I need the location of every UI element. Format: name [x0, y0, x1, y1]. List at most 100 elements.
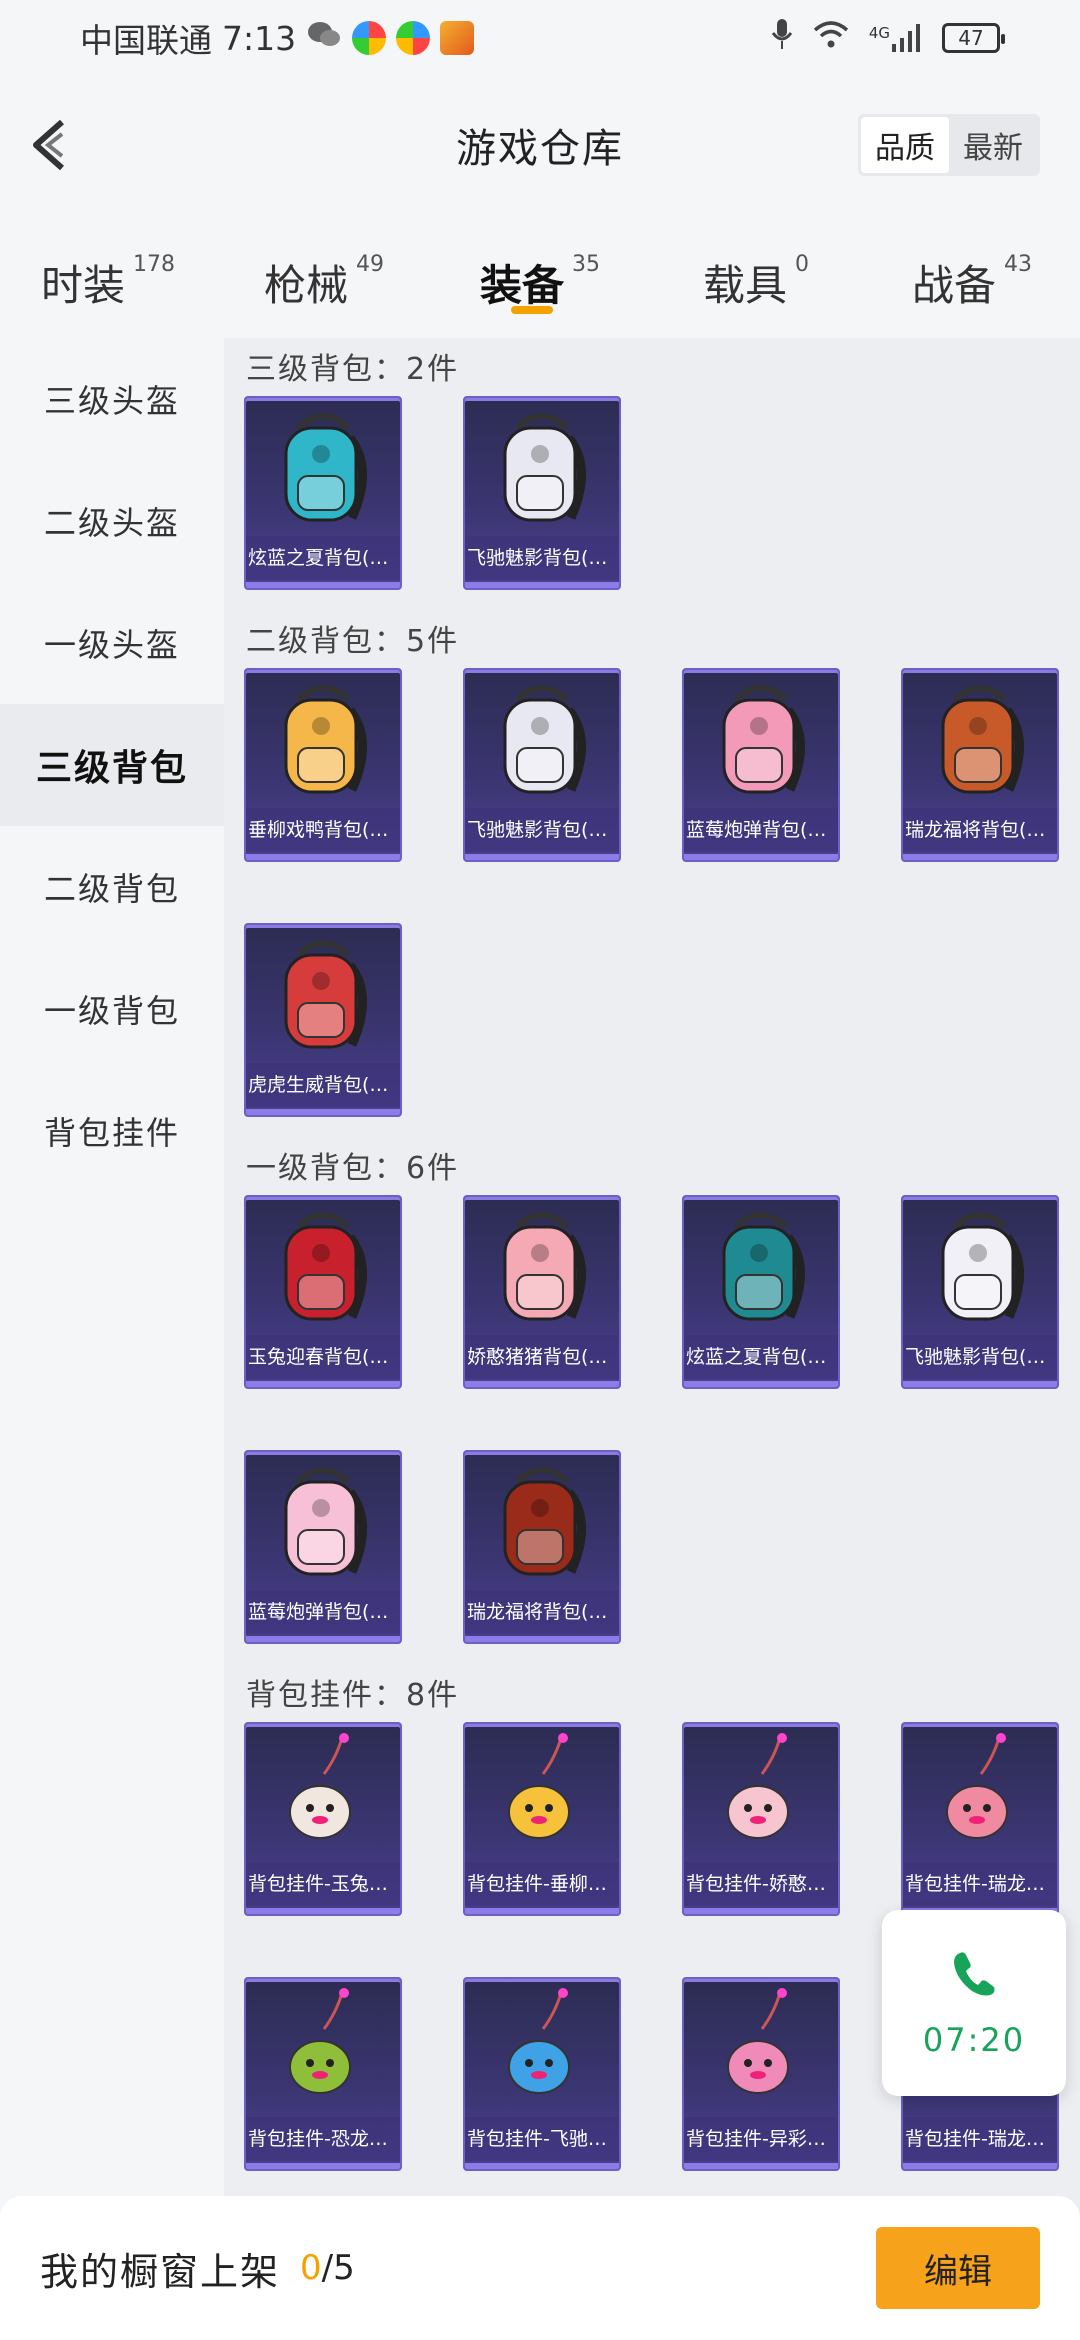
header: 游戏仓库 品质 最新: [0, 100, 1080, 190]
tab-label: 载具: [702, 261, 787, 310]
item-name: 背包挂件-娇憨…: [684, 1862, 838, 1906]
backpack-icon: [465, 670, 619, 810]
item-card[interactable]: 背包挂件-瑞龙…: [901, 1722, 1059, 1916]
sort-toggle: 品质 最新: [858, 114, 1040, 176]
item-name: 蓝莓炮弹背包(2…: [684, 808, 838, 852]
backpack-icon: [465, 1197, 619, 1337]
item-name: 背包挂件-恐龙…: [246, 2117, 400, 2161]
item-name: 瑞龙福将背包(2…: [903, 808, 1057, 852]
charm-icon: [684, 1979, 838, 2119]
backpack-icon: [465, 398, 619, 538]
battery-level: 47: [958, 26, 984, 50]
item-card[interactable]: 垂柳戏鸭背包(2…: [244, 668, 402, 862]
sort-quality-button[interactable]: 品质: [861, 117, 949, 173]
section-title: 一级背包：6件: [246, 1151, 460, 1186]
backpack-icon: [246, 1452, 400, 1592]
sort-newest-button[interactable]: 最新: [949, 117, 1037, 173]
item-card[interactable]: 炫蓝之夏背包(3…: [244, 396, 402, 590]
showcase-used-count: 0: [300, 2248, 322, 2288]
app-icon: [352, 21, 387, 55]
item-name: 飞驰魅影背包(2…: [465, 808, 619, 852]
tab-active-indicator: [511, 306, 553, 314]
sidebar-item-backpack-2[interactable]: 二级背包: [0, 826, 224, 948]
tab-guns[interactable]: 枪械 49: [216, 238, 432, 328]
item-card[interactable]: 背包挂件-恐龙…: [244, 1977, 402, 2171]
item-name: 背包挂件-瑞龙…: [903, 2117, 1057, 2161]
item-name: 背包挂件-玉兔…: [246, 1862, 400, 1906]
item-card[interactable]: 背包挂件-娇憨…: [682, 1722, 840, 1916]
sidebar-item-helmet-1[interactable]: 一级头盔: [0, 582, 224, 704]
backpack-icon: [465, 1452, 619, 1592]
battery-icon: 47: [942, 23, 1005, 53]
item-card[interactable]: 背包挂件-飞驰…: [463, 1977, 621, 2171]
app-icon: [396, 21, 431, 55]
backpack-icon: [246, 925, 400, 1065]
item-name: 飞驰魅影背包(1…: [903, 1335, 1057, 1379]
bottom-bar: 我的橱窗上架 0/5 编辑: [0, 2196, 1080, 2340]
item-name: 炫蓝之夏背包(1…: [684, 1335, 838, 1379]
charm-icon: [246, 1724, 400, 1864]
sidebar-item-backpack-1[interactable]: 一级背包: [0, 948, 224, 1070]
tab-equipment[interactable]: 装备 35: [432, 238, 648, 328]
charm-icon: [684, 1724, 838, 1864]
item-name: 背包挂件-瑞龙…: [903, 1862, 1057, 1906]
section-title: 三级背包：2件: [246, 352, 460, 387]
status-time: 7:13: [222, 18, 297, 58]
item-name: 虎虎生威背包(2…: [246, 1063, 400, 1107]
item-card[interactable]: 背包挂件-异彩…: [682, 1977, 840, 2171]
item-card[interactable]: 虎虎生威背包(2…: [244, 923, 402, 1117]
tab-label: 时装: [40, 261, 125, 310]
item-card[interactable]: 娇憨猪猪背包(1…: [463, 1195, 621, 1389]
sidebar-item-helmet-2[interactable]: 二级头盔: [0, 460, 224, 582]
tab-war-prep[interactable]: 战备 43: [864, 238, 1080, 328]
item-name: 背包挂件-垂柳…: [465, 1862, 619, 1906]
item-card[interactable]: 玉兔迎春背包(1…: [244, 1195, 402, 1389]
tab-count: 35: [572, 252, 600, 277]
tab-vehicles[interactable]: 载具 0: [648, 238, 864, 328]
tab-label: 装备: [479, 261, 564, 310]
section-title: 二级背包：5件: [246, 624, 460, 659]
carrier-name: 中国联通: [80, 21, 212, 60]
item-card[interactable]: 蓝莓炮弹背包(2…: [682, 668, 840, 862]
sidebar-item-backpack-3[interactable]: 三级背包: [0, 704, 224, 826]
status-bar: 中国联通 7:13 4G 47: [0, 0, 1080, 76]
edit-button[interactable]: 编辑: [876, 2227, 1040, 2309]
item-card[interactable]: 飞驰魅影背包(2…: [463, 668, 621, 862]
item-card[interactable]: 背包挂件-玉兔…: [244, 1722, 402, 1916]
cellular-signal-icon: 4G: [869, 24, 922, 52]
tab-fashion[interactable]: 时装 178: [0, 238, 216, 328]
item-card[interactable]: 背包挂件-垂柳…: [463, 1722, 621, 1916]
item-card[interactable]: 蓝莓炮弹背包(1…: [244, 1450, 402, 1644]
item-grid: 玉兔迎春背包(1… 娇憨猪猪背包(1… 炫蓝之夏背包(1… 飞驰魅影背包(1… 蓝莓炮弹…: [224, 1195, 1080, 1644]
item-card[interactable]: 瑞龙福将背包(2…: [901, 668, 1059, 862]
item-name: 玉兔迎春背包(1…: [246, 1335, 400, 1379]
backpack-icon: [903, 1197, 1057, 1337]
tab-label: 枪械: [263, 261, 348, 310]
phone-icon: [946, 1947, 1002, 2007]
item-card[interactable]: 飞驰魅影背包(3…: [463, 396, 621, 590]
back-arrow-icon: [33, 119, 64, 171]
call-floating-widget[interactable]: 07:20: [882, 1910, 1066, 2096]
item-name: 瑞龙福将背包(1…: [465, 1590, 619, 1634]
back-button[interactable]: [28, 118, 78, 172]
item-name: 飞驰魅影背包(3…: [465, 536, 619, 580]
backpack-icon: [246, 1197, 400, 1337]
tab-label: 战备: [911, 261, 996, 310]
tab-count: 49: [356, 252, 384, 277]
backpack-icon: [684, 1197, 838, 1337]
page-title: 游戏仓库: [456, 126, 624, 172]
showcase-label: 我的橱窗上架: [40, 2249, 281, 2294]
item-card[interactable]: 飞驰魅影背包(1…: [901, 1195, 1059, 1389]
sidebar-item-backpack-charm[interactable]: 背包挂件: [0, 1070, 224, 1192]
sidebar: 三级头盔 二级头盔 一级头盔 三级背包 二级背包 一级背包 背包挂件: [0, 338, 224, 2340]
network-type: 4G: [868, 24, 890, 42]
item-card[interactable]: 炫蓝之夏背包(1…: [682, 1195, 840, 1389]
item-name: 背包挂件-飞驰…: [465, 2117, 619, 2161]
game-app-icon: [440, 21, 475, 55]
item-name: 垂柳戏鸭背包(2…: [246, 808, 400, 852]
section-title: 背包挂件：8件: [246, 1678, 460, 1713]
item-card[interactable]: 瑞龙福将背包(1…: [463, 1450, 621, 1644]
charm-icon: [465, 1979, 619, 2119]
sidebar-item-helmet-3[interactable]: 三级头盔: [0, 338, 224, 460]
item-grid: 炫蓝之夏背包(3… 飞驰魅影背包(3…: [224, 396, 1080, 590]
